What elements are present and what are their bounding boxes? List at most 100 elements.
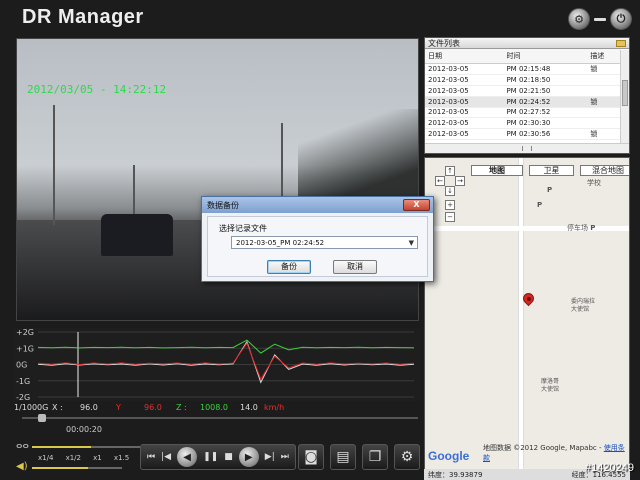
pause-icon[interactable]: ❚❚ — [203, 452, 218, 462]
dialog-body: 选择记录文件 2012-03-05_PM 02:24:52 ▼ 备份 取消 — [207, 216, 428, 277]
play-icon[interactable]: ▶ — [238, 447, 259, 467]
minimize-button[interactable] — [594, 17, 606, 21]
table-row[interactable]: 2012-03-05 PM 02:21:50 — [425, 85, 621, 97]
cell-time: PM 02:21:50 — [503, 85, 588, 97]
map-road — [425, 226, 629, 231]
map-copyright: 地图数据 ©2012 Google, Mapabc - 使用条款 — [483, 443, 629, 463]
scroll-grip[interactable] — [522, 146, 532, 151]
scroll-thumb[interactable] — [622, 80, 628, 106]
cell-time: PM 02:18:50 — [503, 74, 588, 86]
bicycle-icon: ⴰⴰ — [16, 440, 29, 451]
speed-label[interactable]: x1/2 — [66, 454, 81, 462]
table-row[interactable]: 2012-03-05 PM 02:30:56 锁 — [425, 128, 621, 141]
cell-time: PM 02:15:48 — [503, 63, 588, 75]
zoom-in-icon[interactable]: + — [445, 200, 455, 210]
file-list-hscroll[interactable] — [425, 143, 629, 153]
tab-satellite[interactable]: 卫星 — [529, 165, 574, 176]
file-select-value: 2012-03-05_PM 02:24:52 — [236, 239, 325, 247]
gsensor-readout: 1/1000G X : 96.0 Y 96.0 Z : 1008.0 14.0 … — [14, 402, 420, 413]
select-file-label: 选择记录文件 — [219, 224, 267, 233]
column-header-time[interactable]: 时间 — [503, 49, 588, 64]
series-line-2 — [37, 342, 415, 381]
map-label-parking-lot: 停车场 P — [567, 223, 595, 233]
cell-desc: 锁 — [587, 128, 621, 141]
speed-label[interactable]: x1/4 — [38, 454, 53, 462]
table-row[interactable]: 2012-03-05 PM 02:24:52 锁 — [425, 96, 621, 108]
table-row[interactable]: 2012-03-05 PM 02:30:30 — [425, 117, 621, 130]
tab-map[interactable]: 地图 — [471, 165, 523, 176]
y-value: 96.0 — [144, 403, 162, 412]
scale-label: 1/1000G — [14, 403, 49, 412]
map-poi-embassy: 摩洛哥 大使馆 — [541, 378, 560, 393]
map-label-parking: P — [547, 186, 553, 194]
cell-date: 2012-03-05 — [425, 128, 504, 141]
close-button[interactable]: X — [403, 199, 430, 211]
file-select[interactable]: 2012-03-05_PM 02:24:52 ▼ — [231, 236, 418, 249]
cell-date: 2012-03-05 — [425, 96, 504, 108]
zoom-out-icon[interactable]: − — [445, 212, 455, 222]
video-pole — [53, 105, 55, 225]
table-row[interactable]: 2012-03-05 PM 02:27:52 — [425, 107, 621, 119]
speed-slider-fill[interactable] — [32, 446, 92, 448]
cell-time: PM 02:30:56 — [503, 128, 588, 141]
pan-right-icon[interactable]: → — [455, 176, 465, 186]
pan-up-icon[interactable]: ↑ — [445, 166, 455, 176]
video-pole — [133, 165, 135, 215]
window-controls: ⚙ ⏻ — [568, 8, 632, 30]
y-tick-label: -1G — [16, 377, 30, 386]
gsensor-chart[interactable]: +2G +1G 0G -1G -2G — [14, 328, 420, 401]
volume-icon[interactable]: ◀) — [16, 461, 28, 472]
backup-button[interactable]: 备份 — [267, 260, 311, 274]
chevron-down-icon[interactable]: ▼ — [409, 238, 414, 248]
cell-date: 2012-03-05 — [425, 117, 504, 130]
cell-desc: 锁 — [587, 96, 621, 108]
speed-labels: x1/4 x1/2 x1 x1.5 x2 — [38, 454, 150, 462]
power-icon[interactable]: ⏻ — [610, 8, 632, 30]
map-label-parking-lot-p: P — [590, 224, 596, 232]
volume-slider-fill[interactable] — [32, 467, 88, 469]
speed-label[interactable]: x1 — [93, 454, 102, 462]
latitude: 纬度：39.93879 — [428, 471, 483, 479]
settings-icon[interactable]: ⚙ — [568, 8, 590, 30]
settings-gear-icon[interactable]: ⚙ — [394, 444, 420, 470]
gsensor-svg: +2G +1G 0G -1G -2G — [16, 328, 415, 401]
file-list-panel: 文件列表 日期 时间 描述 2012-03-05 PM 02:15:48 锁 2012… — [424, 37, 630, 154]
dialog-titlebar[interactable]: 数据备份 X — [202, 197, 433, 213]
table-row[interactable]: 2012-03-05 PM 02:15:48 锁 — [425, 63, 621, 75]
speed-value: 14.0 — [240, 403, 258, 412]
column-header-date[interactable]: 日期 — [425, 49, 504, 64]
map-poi-embassy: 委内瑞拉 大使馆 — [571, 298, 596, 313]
skip-start-icon[interactable]: ⏮ — [147, 452, 155, 462]
snapshot-camera-icon[interactable]: ◙ — [298, 444, 324, 470]
cell-date: 2012-03-05 — [425, 74, 504, 86]
x-value: 96.0 — [80, 403, 98, 412]
google-logo: Google — [428, 449, 469, 463]
copy-files-icon[interactable]: ❐ — [362, 444, 388, 470]
file-list-vscroll[interactable] — [620, 50, 629, 143]
table-row[interactable]: 2012-03-05 PM 02:18:50 — [425, 74, 621, 86]
playback-progress[interactable] — [22, 414, 418, 422]
pan-down-icon[interactable]: ↓ — [445, 186, 455, 196]
progress-track[interactable] — [22, 417, 418, 419]
skip-end-icon[interactable]: ⏭ — [281, 452, 289, 462]
pan-left-icon[interactable]: ← — [435, 176, 445, 186]
map-panel[interactable]: ↑ ← → ↓ + − 地图 卫星 混合地图 学校 P P 停车场 P 委内瑞拉… — [424, 157, 630, 470]
y-tick-label: 0G — [16, 361, 27, 370]
speed-label[interactable]: x1.5 — [114, 454, 129, 462]
speed-unit: km/h — [264, 403, 285, 412]
step-forward-icon[interactable]: ▶| — [265, 452, 275, 462]
stop-icon[interactable]: ■ — [224, 452, 233, 462]
video-pole — [281, 123, 283, 203]
cell-desc — [587, 117, 621, 130]
folder-icon[interactable] — [616, 39, 626, 47]
tab-hybrid[interactable]: 混合地图 — [580, 165, 629, 176]
rewind-icon[interactable]: ◀ — [177, 447, 198, 467]
cancel-button[interactable]: 取消 — [333, 260, 377, 274]
speed-volume-panel: ⴰⴰ x1/4 x1/2 x1 x1.5 x2 ◀) — [14, 440, 150, 476]
step-back-icon[interactable]: |◀ — [161, 452, 171, 462]
print-icon[interactable]: ▤ — [330, 444, 356, 470]
cell-desc — [587, 85, 621, 97]
app-title: DR Manager — [22, 6, 144, 28]
column-header-desc[interactable]: 描述 — [587, 49, 621, 64]
progress-knob[interactable] — [37, 414, 46, 422]
